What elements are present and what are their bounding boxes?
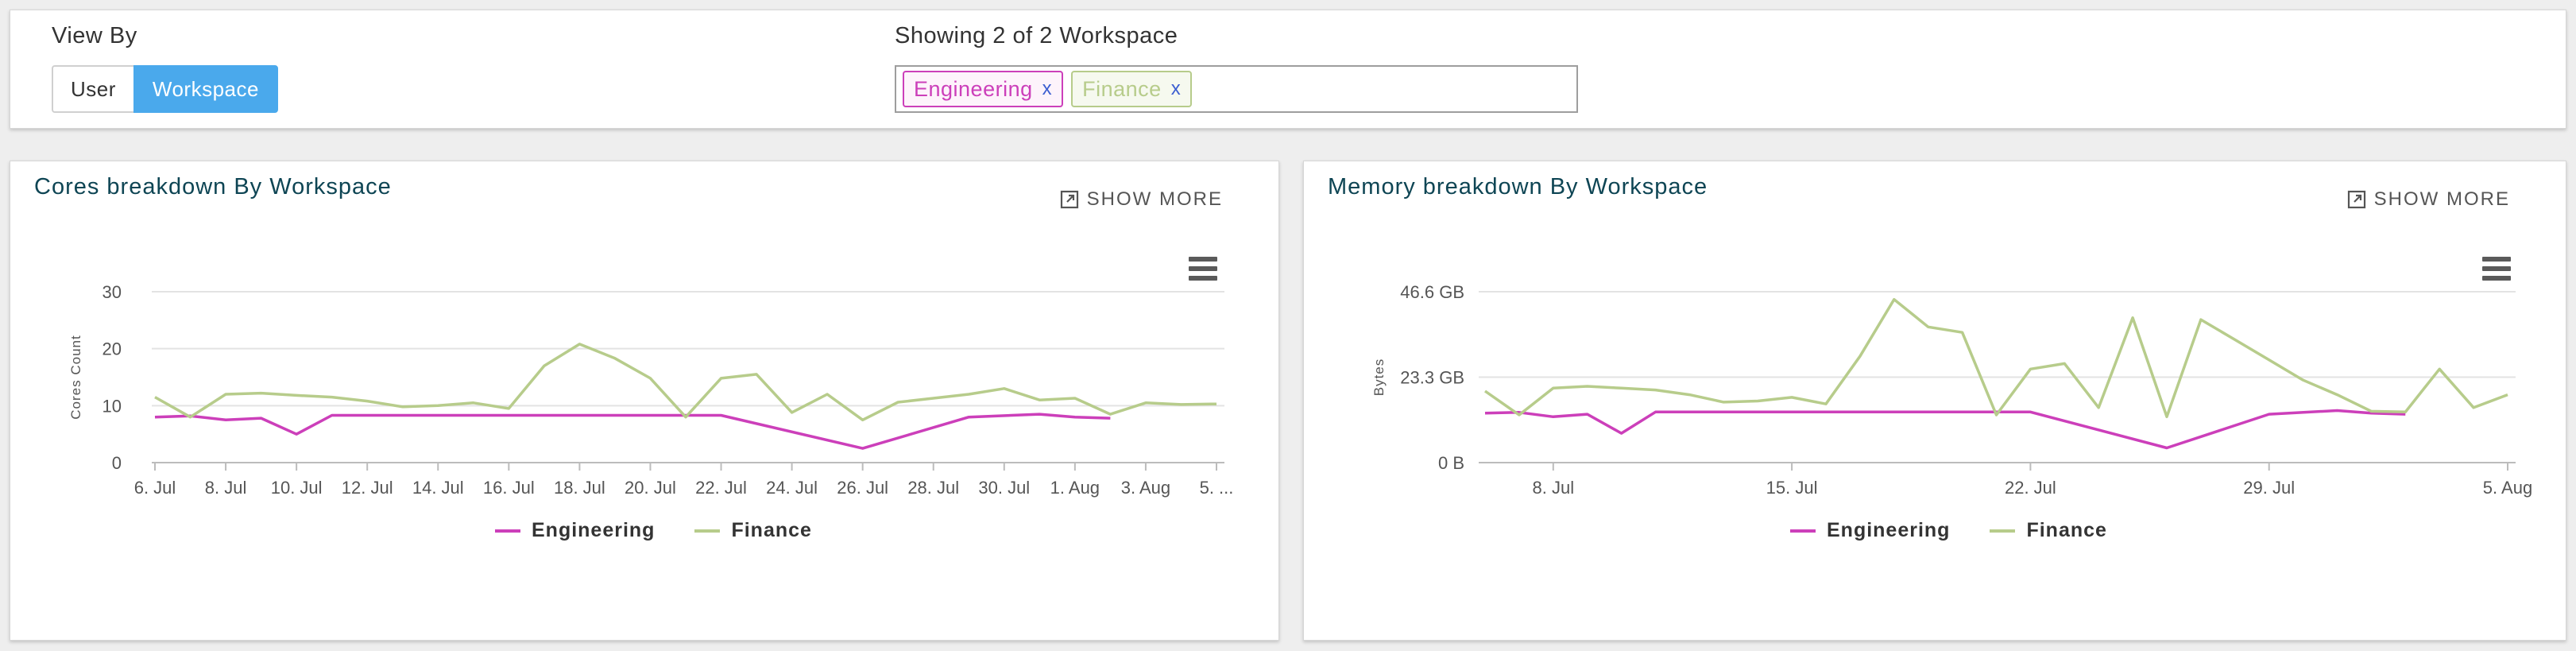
cores-chart: 0 10 20 30 Cores Count 6. Jul 8. Jul 10. Jul 12.… <box>68 282 1234 498</box>
x-tick-label: 26. Jul <box>837 478 888 498</box>
legend-label: Engineering <box>532 519 656 541</box>
memory-chart: 0 B 23.3 GB 46.6 GB Bytes 8. Jul 15. Jul 22. J… <box>1371 282 2532 498</box>
remove-tag-engineering-icon[interactable]: x <box>1042 78 1053 100</box>
y-axis-label: Bytes <box>1371 358 1387 397</box>
cores-chart-panel: Cores breakdown By Workspace SHOW MORE 0… <box>10 161 1279 641</box>
x-tick-label: 29. Jul <box>2243 478 2295 498</box>
legend-item-finance[interactable]: Finance <box>1990 519 2106 542</box>
x-tick-label: 18. Jul <box>554 478 605 498</box>
legend-item-finance[interactable]: Finance <box>694 519 811 542</box>
tag-label: Engineering <box>914 76 1033 101</box>
x-tick-label: 6. Jul <box>134 478 176 498</box>
x-tick-label: 12. Jul <box>342 478 393 498</box>
chart-legend: Engineering Finance <box>1790 519 2107 542</box>
filter-panel: View By User Workspace Showing 2 of 2 Wo… <box>10 10 2566 129</box>
x-tick-label: 24. Jul <box>766 478 818 498</box>
y-tick-label: 20 <box>102 339 122 359</box>
legend-swatch <box>495 529 520 533</box>
chart-legend: Engineering Finance <box>495 519 812 542</box>
legend-label: Finance <box>731 519 812 541</box>
x-tick-label: 22. Jul <box>2005 478 2056 498</box>
legend-swatch <box>1790 529 1816 533</box>
x-tick-label: 20. Jul <box>625 478 676 498</box>
view-by-toggle: User Workspace <box>52 65 278 113</box>
x-tick-label: 8. Jul <box>205 478 247 498</box>
x-tick-label: 10. Jul <box>271 478 323 498</box>
y-tick-label: 23.3 GB <box>1400 368 1464 388</box>
x-tick-label: 14. Jul <box>412 478 464 498</box>
showing-count-label: Showing 2 of 2 Workspace <box>895 23 1178 48</box>
view-by-workspace-button[interactable]: Workspace <box>133 65 278 113</box>
x-tick-label: 8. Jul <box>1533 478 1575 498</box>
x-tick-label: 15. Jul <box>1766 478 1818 498</box>
remove-tag-finance-icon[interactable]: x <box>1171 78 1182 100</box>
x-tick-label: 16. Jul <box>483 478 535 498</box>
workspace-tag-engineering: Engineering x <box>903 71 1064 107</box>
y-tick-label: 0 B <box>1438 453 1464 473</box>
legend-item-engineering[interactable]: Engineering <box>1790 519 1950 542</box>
tag-label: Finance <box>1082 76 1162 101</box>
series-line-finance[interactable] <box>1483 297 2508 419</box>
series-line-engineering[interactable] <box>1484 409 2406 450</box>
series-line-engineering[interactable] <box>154 413 1111 450</box>
workspace-tag-finance: Finance x <box>1071 71 1193 107</box>
view-by-label: View By <box>52 23 137 48</box>
x-tick-label: 3. Aug <box>1121 478 1170 498</box>
legend-swatch <box>1990 529 2016 533</box>
x-tick-label: 22. Jul <box>695 478 747 498</box>
x-tick-label: 30. Jul <box>978 478 1030 498</box>
memory-chart-panel: Memory breakdown By Workspace SHOW MORE … <box>1303 161 2566 641</box>
legend-label: Finance <box>2026 519 2107 541</box>
y-tick-label: 46.6 GB <box>1400 282 1464 302</box>
x-tick-label: 5. ... <box>1200 478 1234 498</box>
y-axis-label: Cores Count <box>68 335 83 419</box>
legend-swatch <box>694 529 721 533</box>
view-by-user-button[interactable]: User <box>52 65 133 113</box>
legend-item-engineering[interactable]: Engineering <box>495 519 655 542</box>
x-tick-label: 1. Aug <box>1050 478 1100 498</box>
legend-label: Engineering <box>1827 519 1951 541</box>
workspace-tag-input[interactable]: Engineering x Finance x <box>895 65 1578 113</box>
y-tick-label: 10 <box>102 396 122 416</box>
x-tick-label: 5. Aug <box>2483 478 2532 498</box>
x-tick-label: 28. Jul <box>907 478 959 498</box>
y-tick-label: 30 <box>102 282 122 302</box>
series-line-finance[interactable] <box>154 343 1217 422</box>
y-tick-label: 0 <box>112 453 122 473</box>
